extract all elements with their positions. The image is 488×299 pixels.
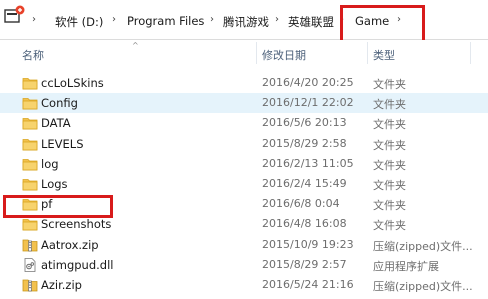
folder-icon — [22, 116, 38, 130]
file-type: 文件夹 — [373, 199, 406, 212]
zip-file-icon — [22, 278, 38, 292]
highlight-box-game — [340, 5, 425, 43]
sort-caret-icon: ^ — [132, 41, 139, 50]
file-name: LEVELS — [41, 137, 84, 151]
file-modified-date: 2016/2/13 11:05 — [262, 157, 354, 170]
folder-icon — [22, 96, 38, 110]
column-type[interactable]: 类型 — [373, 47, 395, 63]
file-modified-date: 2015/8/29 2:57 — [262, 258, 347, 271]
column-divider[interactable] — [470, 42, 471, 64]
file-name: atimgpud.dll — [41, 258, 114, 272]
file-type: 文件夹 — [373, 78, 406, 91]
file-row[interactable]: log 2016/2/13 11:05 文件夹 — [0, 154, 488, 174]
breadcrumb-drive[interactable]: 软件 (D:) — [55, 14, 103, 30]
breadcrumb-separator: › — [32, 14, 36, 25]
folder-icon — [22, 76, 38, 90]
folder-icon — [22, 177, 38, 191]
zip-file-icon — [22, 238, 38, 252]
folder-icon — [22, 157, 38, 171]
file-modified-date: 2016/5/24 21:16 — [262, 278, 354, 291]
file-row[interactable]: DATA 2016/5/6 20:13 文件夹 — [0, 113, 488, 133]
file-modified-date: 2016/5/6 20:13 — [262, 116, 347, 129]
file-row[interactable]: Config 2016/12/1 22:02 文件夹 — [0, 93, 488, 113]
file-name: ccLoLSkins — [41, 76, 104, 90]
file-type: 文件夹 — [373, 179, 406, 192]
highlight-box-pf — [3, 195, 113, 218]
file-name: Logs — [41, 177, 68, 191]
file-row[interactable]: ccLoLSkins 2016/4/20 20:25 文件夹 — [0, 73, 488, 93]
file-modified-date: 2016/12/1 22:02 — [262, 96, 354, 109]
file-type: 文件夹 — [373, 118, 406, 131]
file-modified-date: 2016/4/20 20:25 — [262, 76, 354, 89]
column-header: 名称 修改日期 类型 — [0, 40, 488, 64]
file-name: DATA — [41, 116, 71, 130]
file-type: 文件夹 — [373, 139, 406, 152]
file-modified-date: 2016/4/8 16:08 — [262, 217, 347, 230]
file-name: Config — [41, 96, 78, 110]
column-divider[interactable] — [367, 42, 368, 64]
folder-icon — [22, 137, 38, 151]
column-name[interactable]: 名称 — [22, 47, 44, 63]
breadcrumb-lol[interactable]: 英雄联盟 — [288, 14, 334, 30]
file-modified-date: 2015/10/9 19:23 — [262, 238, 354, 251]
file-modified-date: 2016/6/8 0:04 — [262, 197, 340, 210]
column-divider[interactable] — [256, 42, 257, 64]
folder-nav-icon — [4, 5, 25, 23]
file-type: 应用程序扩展 — [373, 260, 439, 273]
folder-icon — [22, 217, 38, 231]
breadcrumb-program-files[interactable]: Program Files — [127, 14, 204, 28]
file-type: 文件夹 — [373, 219, 406, 232]
breadcrumb-separator: › — [210, 14, 214, 25]
file-name: Aatrox.zip — [41, 238, 99, 252]
file-row[interactable]: LEVELS 2015/8/29 2:58 文件夹 — [0, 134, 488, 154]
breadcrumb-separator: › — [275, 14, 279, 25]
file-type: 文件夹 — [373, 159, 406, 172]
file-type: 压缩(zipped)文件... — [373, 280, 473, 293]
dll-file-icon — [22, 258, 38, 272]
file-name: log — [41, 157, 59, 171]
file-row[interactable]: Aatrox.zip 2015/10/9 19:23 压缩(zipped)文件... — [0, 235, 488, 255]
file-name: Azir.zip — [41, 278, 82, 292]
file-modified-date: 2015/8/29 2:58 — [262, 137, 347, 150]
file-row[interactable]: Azir.zip 2016/5/24 21:16 压缩(zipped)文件... — [0, 275, 488, 295]
breadcrumb-tencent-games[interactable]: 腾讯游戏 — [223, 14, 269, 30]
file-row[interactable]: atimgpud.dll 2015/8/29 2:57 应用程序扩展 — [0, 255, 488, 275]
breadcrumb-separator: › — [112, 14, 116, 25]
file-type: 压缩(zipped)文件... — [373, 240, 473, 253]
column-date[interactable]: 修改日期 — [262, 47, 306, 63]
file-name: Screenshots — [41, 217, 112, 231]
file-type: 文件夹 — [373, 98, 406, 111]
file-modified-date: 2016/2/4 15:49 — [262, 177, 347, 190]
file-row[interactable]: Logs 2016/2/4 15:49 文件夹 — [0, 174, 488, 194]
